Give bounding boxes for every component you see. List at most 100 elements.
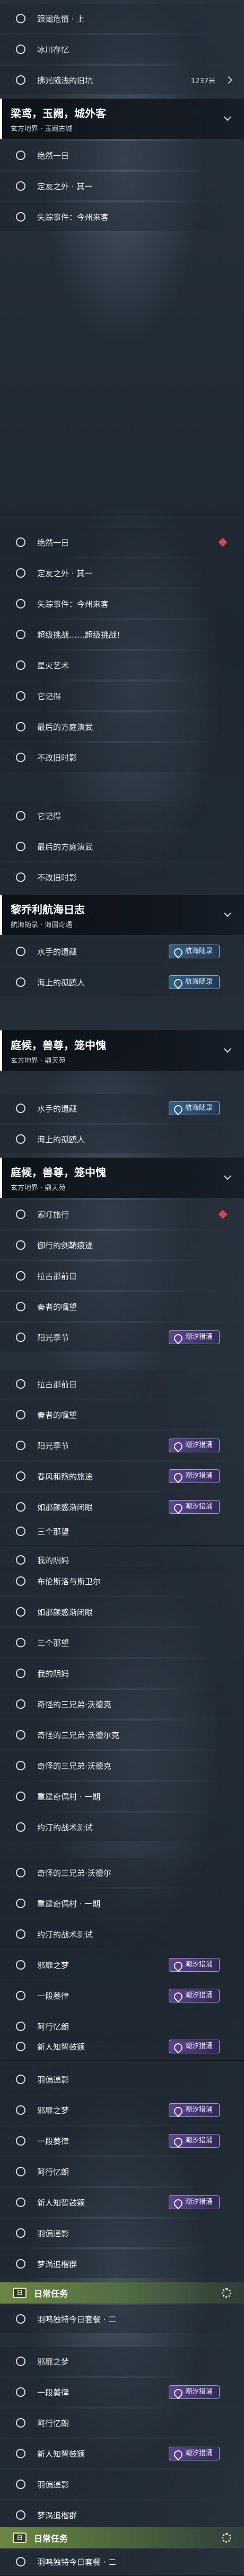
collapse-chevron-icon[interactable] <box>223 1045 232 1053</box>
quest-item[interactable]: 邪靡之梦 <box>0 2347 244 2376</box>
quest-list-screen-3: 庭候，兽尊，笼中愧 玄方地界 · 鼎天苑 水手的遗藏 航海随录 海上的孤鸥人 庭… <box>0 1030 244 1546</box>
quest-status-icon <box>16 1699 25 1709</box>
quest-status-icon <box>16 1104 25 1113</box>
distance-readout: 1237米 <box>190 77 215 85</box>
quest-group-header[interactable]: 庭候，兽尊，笼中愧 玄方地界 · 鼎天苑 <box>0 1158 244 1198</box>
quest-item[interactable]: 新人知智鼓颖 潮汐猎涌 <box>0 2188 244 2217</box>
quest-item[interactable]: 奇怪的三兄弟·沃德尔 <box>0 1858 244 1887</box>
quest-item[interactable]: 秦者的嘱望 <box>0 1400 244 1429</box>
quest-item[interactable]: 阿行忆朗 <box>0 2409 244 2437</box>
quest-label: 海上的孤鸥人 <box>37 977 85 987</box>
quest-item[interactable]: 羽偏递影 <box>0 2470 244 2499</box>
quest-item[interactable]: 约汀的战术测试 <box>0 1920 244 1948</box>
quest-group-header[interactable]: 黎乔利航海日志 航海随录 · 海国奇遇 <box>0 895 244 935</box>
quest-item[interactable]: 新人知智鼓颖 潮汐猎涌 <box>0 2032 244 2061</box>
quest-status-icon <box>16 1929 25 1939</box>
quest-status-icon <box>16 691 25 701</box>
quest-item[interactable]: 海上的孤鸥人 航海随录 <box>0 968 244 996</box>
quest-item[interactable]: 不改旧时影 <box>0 863 244 892</box>
quest-item[interactable]: 它记得 <box>0 682 244 710</box>
go-arrow-icon[interactable] <box>224 76 233 84</box>
quest-item[interactable]: 三个那望 <box>0 1517 244 1546</box>
quest-label: 定友之外 · 其一 <box>37 181 93 191</box>
category-tag: 潮汐猎涌 <box>168 1439 220 1452</box>
quest-item[interactable]: 最后的方庭演武 <box>0 712 244 741</box>
quest-item[interactable]: 春风和煦的旅途 潮汐猎涌 <box>0 1462 244 1490</box>
quest-item[interactable]: 一段蓁律 潮汐猎涌 <box>0 2378 244 2406</box>
quest-label: 水手的遗藏 <box>37 1104 77 1114</box>
gear-icon[interactable] <box>222 2288 231 2298</box>
quest-status-icon <box>16 947 25 956</box>
quest-item[interactable]: 重建奇偶村 · 一期 <box>0 1782 244 1811</box>
quest-item[interactable]: 冰川存忆 <box>0 35 244 64</box>
quest-item[interactable]: 约汀的战术测试 <box>0 1813 244 1841</box>
quest-item[interactable]: 邪靡之梦 潮汐猎涌 <box>0 2096 244 2124</box>
quest-item[interactable]: 不改旧时影 <box>0 743 244 772</box>
collapse-chevron-icon[interactable] <box>223 113 232 121</box>
quest-item[interactable]: 羽偏递影 <box>0 2219 244 2247</box>
quest-item[interactable]: 最后的方庭演武 <box>0 832 244 861</box>
quest-item[interactable]: 奇怪的三兄弟·沃德克 <box>0 1751 244 1780</box>
quest-item[interactable]: 羽偏递影 <box>0 2065 244 2094</box>
quest-label: 如那颜惑渐闭眼 <box>37 1502 93 1512</box>
quest-item[interactable]: 超级挑战……超级挑战！ <box>0 620 244 649</box>
quest-item[interactable]: 羽鸣独特今日套餐 · 二 <box>0 2305 244 2333</box>
quest-item[interactable]: 奇怪的三兄弟·沃德克 <box>0 1690 244 1718</box>
quest-item[interactable]: 海上的孤鸥人 <box>0 1125 244 1153</box>
quest-item[interactable]: 它记得 <box>0 801 244 830</box>
quest-item[interactable]: 水手的遗藏 航海随录 <box>0 1094 244 1123</box>
quest-item-tracked[interactable]: 拂光随浅的旧坑 1237米 <box>0 66 244 94</box>
quest-item[interactable]: 一段蓁律 潮汐猎涌 <box>0 1981 244 2010</box>
quest-item[interactable]: 重建奇偶村 · 一期 <box>0 1889 244 1918</box>
quest-item[interactable]: 羽鸣独特今日套餐 · 二 <box>0 2548 244 2575</box>
daily-quest-header[interactable]: 日 日常任务 <box>0 2527 244 2548</box>
quest-status-icon <box>16 1134 25 1144</box>
quest-item[interactable]: 三个那望 <box>0 1628 244 1657</box>
gear-icon[interactable] <box>222 2533 231 2543</box>
quest-label: 三个那望 <box>37 1638 69 1648</box>
daily-quest-header[interactable]: 日 日常任务 <box>0 2282 244 2304</box>
quest-item[interactable]: 跟阔危情 · 上 <box>0 4 244 33</box>
quest-label: 邪靡之梦 <box>37 1960 69 1970</box>
quest-status-icon <box>16 753 25 762</box>
quest-item[interactable]: 绝然一日 <box>0 528 244 557</box>
quest-item[interactable]: 布伦斯洛与斯卫尔 <box>0 1567 244 1595</box>
quest-group-header[interactable]: 梁鸢，玉阙，城外客 玄方地界 · 玉阙古城 <box>0 99 244 139</box>
quest-label: 新人知智鼓颖 <box>37 2198 85 2208</box>
quest-item[interactable]: 失踪事件：今州来客 <box>0 589 244 618</box>
quest-item[interactable]: 拉古那前日 <box>0 1261 244 1290</box>
quest-list-screen-1: 跟阔危情 · 上 冰川存忆 拂光随浅的旧坑 1237米 梁鸢，玉阙，城外客 玄方… <box>0 0 244 515</box>
quest-item[interactable]: 定友之外 · 其一 <box>0 172 244 200</box>
quest-item[interactable]: 秦者的嘱望 <box>0 1292 244 1321</box>
quest-status-icon <box>16 2480 25 2489</box>
category-tag: 潮汐猎涌 <box>168 2447 220 2460</box>
quest-status-icon <box>16 1302 25 1311</box>
quest-item[interactable]: 水手的遗藏 航海随录 <box>0 937 244 966</box>
quest-item[interactable]: 定友之外 · 其一 <box>0 559 244 587</box>
quest-label: 羽鸣独特今日套餐 · 二 <box>37 2557 117 2567</box>
quest-item[interactable]: 失踪事件：今州来客 <box>0 202 244 231</box>
quest-label: 跟阔危情 · 上 <box>37 14 85 24</box>
quest-item[interactable]: 邪靡之梦 潮汐猎涌 <box>0 1951 244 1979</box>
quest-label: 重建奇偶村 · 一期 <box>37 1792 101 1802</box>
quest-item[interactable]: 一段蓁律 潮汐猎涌 <box>0 2127 244 2155</box>
quest-item[interactable]: 我的阴妈 <box>0 1659 244 1688</box>
quest-item[interactable]: 阳光季节 潮汐猎涌 <box>0 1431 244 1460</box>
quest-label: 索叮旅行 <box>37 1210 69 1220</box>
quest-list-screen-4: 我的阴妈 布伦斯洛与斯卫尔 如那颜惑渐闭眼 三个那望 我的阴妈 奇怪的三兄弟·沃… <box>0 1546 244 2061</box>
quest-item[interactable]: 星火艺术 <box>0 651 244 680</box>
quest-item[interactable]: 绝然一日 <box>0 141 244 170</box>
quest-item[interactable]: 梦涡追榴群 <box>0 2501 244 2529</box>
quest-item[interactable]: 奇怪的三兄弟·沃德尔克 <box>0 1721 244 1749</box>
quest-item[interactable]: 阳光季节 潮汐猎涌 <box>0 1323 244 1352</box>
quest-item[interactable]: 阿行忆朗 <box>0 2157 244 2186</box>
collapse-chevron-icon[interactable] <box>223 1172 232 1180</box>
quest-group-header[interactable]: 庭候，兽尊，笼中愧 玄方地界 · 鼎天苑 <box>0 1030 244 1071</box>
collapse-chevron-icon[interactable] <box>223 909 232 918</box>
quest-item[interactable]: 新人知智鼓颖 潮汐猎涌 <box>0 2439 244 2468</box>
quest-item[interactable]: 梦涡追榴群 <box>0 2249 244 2278</box>
quest-item[interactable]: 拉古那前日 <box>0 1370 244 1398</box>
quest-item[interactable]: 索叮旅行 <box>0 1200 244 1229</box>
quest-item[interactable]: 如那颜惑渐闭眼 <box>0 1598 244 1626</box>
quest-item[interactable]: 御行的剑鞘痕迹 <box>0 1231 244 1259</box>
